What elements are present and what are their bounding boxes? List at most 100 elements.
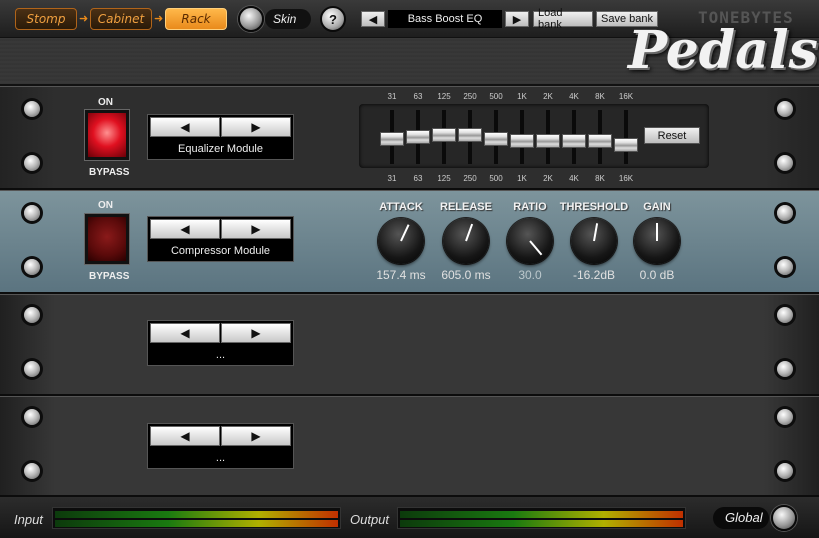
rack-ear-right	[767, 87, 819, 188]
global-label: Global	[713, 507, 769, 529]
eq-band-label: 1K	[517, 92, 527, 101]
rack-ear-left	[0, 295, 52, 394]
eq-slider-handle[interactable]	[536, 134, 560, 148]
on-label: ON	[98, 97, 113, 108]
eq-slider-handle[interactable]	[484, 132, 508, 146]
rack-slot-empty	[0, 396, 819, 497]
stomp-button[interactable]: Stomp	[15, 8, 77, 30]
eq-band-label: 8K	[595, 174, 605, 183]
rack-button[interactable]: Rack	[165, 8, 227, 30]
module-prev-button[interactable]: ◀	[150, 323, 220, 343]
screw-icon	[24, 307, 40, 323]
module-next-button[interactable]: ▶	[221, 219, 291, 239]
eq-band-label: 16K	[618, 174, 634, 183]
help-button[interactable]: ?	[320, 6, 346, 32]
eq-slider-track	[624, 110, 628, 164]
brand-logo: Pedals	[628, 20, 818, 81]
eq-band-label: 125	[437, 174, 451, 183]
screw-icon	[24, 361, 40, 377]
output-label: Output	[350, 512, 390, 527]
screw-icon	[777, 307, 793, 323]
knob-value: 0.0 dB	[639, 268, 675, 282]
skin-label: Skin	[265, 9, 311, 29]
eq-slider-handle[interactable]	[562, 134, 586, 148]
eq-slider-handle[interactable]	[458, 128, 482, 142]
cabinet-button[interactable]: Cabinet	[90, 8, 152, 30]
meter-bar-right	[400, 520, 683, 527]
compressor-knob[interactable]	[378, 218, 424, 264]
module-prev-button[interactable]: ◀	[150, 426, 220, 446]
knob-label: ATTACK	[379, 201, 423, 213]
load-bank-button[interactable]: Load bank	[533, 7, 593, 31]
screw-icon	[777, 101, 793, 117]
rack-ear-right	[767, 397, 819, 495]
eq-band-label: 4K	[569, 174, 579, 183]
screw-icon	[777, 155, 793, 171]
eq-band-label: 2K	[543, 174, 553, 183]
eq-slider-handle[interactable]	[380, 132, 404, 146]
eq-slider-handle[interactable]	[406, 130, 430, 144]
skin-knob[interactable]	[238, 6, 264, 32]
screw-icon	[24, 155, 40, 171]
eq-band-label: 31	[387, 92, 397, 101]
module-prev-button[interactable]: ◀	[150, 117, 220, 137]
knob-label: RELEASE	[440, 201, 492, 213]
eq-band-label: 8K	[595, 92, 605, 101]
compressor-knob[interactable]	[634, 218, 680, 264]
eq-band-label: 16K	[618, 92, 634, 101]
eq-slider-handle[interactable]	[614, 138, 638, 152]
compressor-knob[interactable]	[571, 218, 617, 264]
bypass-label: BYPASS	[89, 167, 130, 178]
module-name: ...	[215, 452, 226, 464]
knob-label: RATIO	[513, 201, 547, 213]
eq-band-label: 250	[463, 174, 477, 183]
output-meter	[397, 507, 686, 529]
compressor-knob[interactable]	[443, 218, 489, 264]
screw-icon	[777, 259, 793, 275]
eq-slider-handle[interactable]	[510, 134, 534, 148]
rack-ear-right	[767, 191, 819, 292]
preset-next-button[interactable]: ▶	[505, 11, 529, 27]
module-next-button[interactable]: ▶	[221, 426, 291, 446]
eq-band-label: 63	[413, 92, 423, 101]
on-label: ON	[98, 200, 113, 211]
module-next-button[interactable]: ▶	[221, 117, 291, 137]
module-name: ...	[215, 349, 226, 361]
knob-pointer	[593, 223, 599, 242]
rack-ear-right	[767, 295, 819, 394]
compressor-knob[interactable]	[507, 218, 553, 264]
arrow-right-icon: ➜	[154, 13, 164, 25]
knob-pointer	[656, 223, 658, 241]
meter-bar-left	[55, 511, 338, 518]
module-selector: ◀ ▶ ...	[147, 423, 294, 469]
eq-slider-handle[interactable]	[432, 128, 456, 142]
module-name: Compressor Module	[170, 245, 271, 257]
eq-band-label: 4K	[569, 92, 579, 101]
eq-band-label: 500	[489, 174, 503, 183]
screw-icon	[24, 409, 40, 425]
bypass-led-button[interactable]	[85, 214, 129, 264]
bypass-led-button[interactable]	[85, 110, 129, 160]
global-knob[interactable]	[771, 505, 797, 531]
eq-band-label: 125	[437, 92, 451, 101]
knob-pointer	[465, 223, 474, 242]
meter-bar-left	[400, 511, 683, 518]
screw-icon	[24, 259, 40, 275]
eq-band-label: 2K	[543, 92, 553, 101]
preset-prev-button[interactable]: ◀	[361, 11, 385, 27]
rack-ear-left	[0, 397, 52, 495]
input-meter	[52, 507, 341, 529]
eq-band-label: 1K	[517, 174, 527, 183]
eq-band-label: 63	[413, 174, 423, 183]
screw-icon	[777, 205, 793, 221]
eq-slider-handle[interactable]	[588, 134, 612, 148]
knob-pointer	[400, 224, 410, 242]
eq-reset-button[interactable]: Reset	[644, 127, 700, 144]
eq-band-label: 500	[489, 92, 503, 101]
rack-ear-left	[0, 87, 52, 188]
module-next-button[interactable]: ▶	[221, 323, 291, 343]
bypass-label: BYPASS	[89, 271, 130, 282]
preset-name: Bass Boost EQ	[388, 10, 502, 28]
help-icon: ?	[329, 11, 337, 27]
module-prev-button[interactable]: ◀	[150, 219, 220, 239]
